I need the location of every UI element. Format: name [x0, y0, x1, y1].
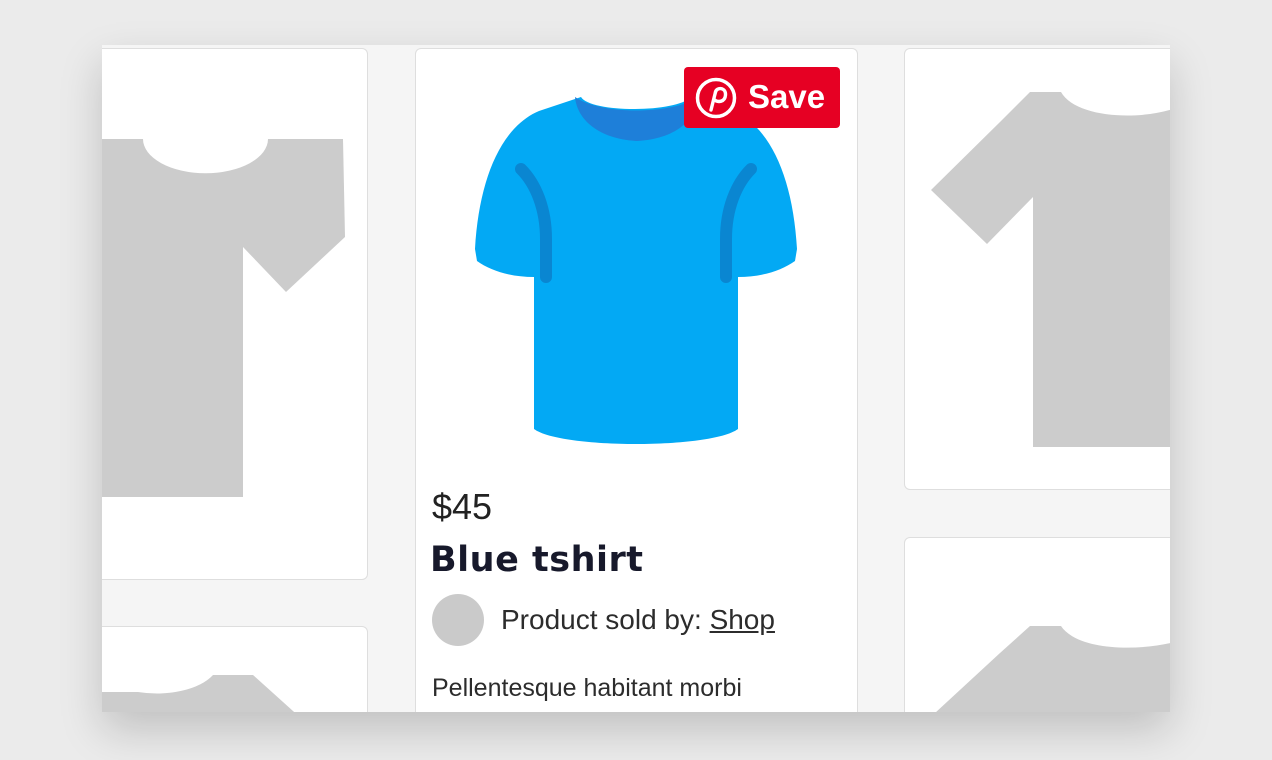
product-description: Pellentesque habitant morbi tristique se… — [432, 674, 750, 712]
seller-info: Product sold by: Shop — [432, 594, 852, 646]
seller-avatar[interactable] — [432, 594, 484, 646]
tshirt-placeholder-icon — [102, 139, 345, 497]
seller-shop-link[interactable]: Shop — [710, 604, 775, 635]
save-button-label: Save — [748, 78, 826, 115]
product-card-placeholder[interactable] — [102, 626, 368, 712]
tshirt-placeholder-icon — [936, 626, 1170, 712]
product-card[interactable]: Save $45 Blue tshirt Product sold by: Sh… — [415, 48, 858, 712]
save-button[interactable]: Save — [684, 67, 840, 128]
product-title: Blue tshirt — [430, 540, 644, 580]
product-card-placeholder[interactable] — [904, 48, 1170, 490]
product-grid: Save $45 Blue tshirt Product sold by: Sh… — [102, 45, 1170, 712]
seller-prefix: Product sold by: — [501, 604, 710, 635]
pinterest-logo-icon — [695, 77, 737, 119]
product-price: $45 — [432, 486, 493, 527]
tshirt-placeholder-icon — [102, 675, 295, 712]
tshirt-placeholder-icon — [931, 92, 1170, 447]
product-card-placeholder[interactable] — [904, 537, 1170, 712]
product-card-placeholder[interactable] — [102, 48, 368, 580]
seller-line: Product sold by: Shop — [501, 604, 775, 636]
blue-tshirt-icon — [475, 97, 797, 444]
